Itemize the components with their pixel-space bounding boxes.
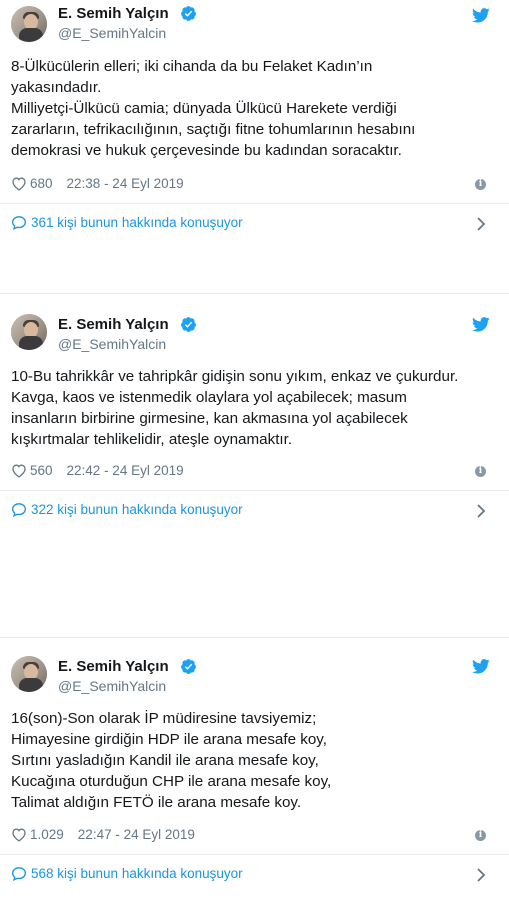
tweet-text-line: 10-Bu tahrikkâr ve tahripkâr gidişin son… (11, 368, 459, 385)
info-icon[interactable]: i (475, 179, 486, 190)
tweet-card-3: E. Semih Yalçın @E_SemihYalcin 16(son)-S… (0, 637, 509, 920)
tweet-meta: 560 22:42 - 24 Eyl 2019 (11, 463, 184, 478)
author-name[interactable]: E. Semih Yalçın (58, 316, 169, 333)
heart-icon[interactable] (11, 176, 27, 191)
tweet-text-line: Sırtını yasladığın Kandil ile arana mesa… (11, 752, 319, 769)
tweet-text-line: zararların, tefrikacılığının, saçtığı fi… (11, 121, 416, 138)
info-icon[interactable]: i (475, 830, 486, 841)
like-count[interactable]: 560 (30, 463, 53, 478)
verified-badge-icon (181, 659, 196, 674)
speech-bubble-icon (11, 503, 27, 517)
tweet-timestamp[interactable]: 22:47 - 24 Eyl 2019 (78, 827, 195, 842)
tweet-text-line: insanların birbirine girmesine, kan akma… (11, 410, 408, 427)
tweet-timestamp[interactable]: 22:38 - 24 Eyl 2019 (67, 176, 184, 191)
heart-icon[interactable] (11, 827, 27, 842)
author-handle[interactable]: @E_SemihYalcin (58, 336, 166, 352)
author-name[interactable]: E. Semih Yalçın (58, 5, 169, 22)
tweet-text-line: demokrasi ve hukuk çerçevesinde bu kadın… (11, 142, 402, 159)
avatar[interactable] (11, 6, 47, 42)
conversation-link[interactable]: 568 kişi bunun hakkında konuşuyor (11, 866, 243, 881)
tweet-text: 16(son)-Son olarak İP müdiresine tavsiye… (11, 708, 501, 813)
author-handle[interactable]: @E_SemihYalcin (58, 678, 166, 694)
tweet-text: 10-Bu tahrikkâr ve tahripkâr gidişin son… (11, 366, 501, 450)
conversation-label: 361 kişi bunun hakkında konuşuyor (31, 215, 243, 230)
tweet-timestamp[interactable]: 22:42 - 24 Eyl 2019 (67, 463, 184, 478)
tweet-card-1: E. Semih Yalçın @E_SemihYalcin 8-Ülkücül… (0, 0, 509, 242)
tweet-text: 8-Ülkücülerin elleri; iki cihanda da bu … (11, 56, 501, 161)
avatar[interactable] (11, 656, 47, 692)
tweet-card-2: E. Semih Yalçın @E_SemihYalcin 10-Bu tah… (0, 293, 509, 533)
chevron-right-icon[interactable] (476, 868, 486, 882)
tweet-meta: 680 22:38 - 24 Eyl 2019 (11, 176, 184, 191)
divider (0, 203, 509, 204)
conversation-label: 322 kişi bunun hakkında konuşuyor (31, 502, 243, 517)
tweet-text-line: yakasındadır. (11, 79, 102, 96)
tweet-text-line: Kucağına oturduğun CHP ile arana mesafe … (11, 773, 332, 790)
tweet-text-line: Kavga, kaos ve istenmedik olaylara yol a… (11, 389, 407, 406)
chevron-right-icon[interactable] (476, 217, 486, 231)
author-handle[interactable]: @E_SemihYalcin (58, 25, 166, 41)
avatar[interactable] (11, 314, 47, 350)
conversation-link[interactable]: 361 kişi bunun hakkında konuşuyor (11, 215, 243, 230)
card-top-border (0, 637, 509, 638)
card-top-border (0, 293, 509, 294)
divider (0, 854, 509, 855)
tweet-text-line: Talimat aldığın FETÖ ile arana mesafe ko… (11, 794, 302, 811)
speech-bubble-icon (11, 216, 27, 230)
author-name[interactable]: E. Semih Yalçın (58, 658, 169, 675)
speech-bubble-icon (11, 867, 27, 881)
verified-badge-icon (181, 6, 196, 21)
heart-icon[interactable] (11, 463, 27, 478)
twitter-bird-icon[interactable] (472, 8, 490, 23)
tweet-text-line: 8-Ülkücülerin elleri; iki cihanda da bu … (11, 58, 373, 75)
conversation-link[interactable]: 322 kişi bunun hakkında konuşuyor (11, 502, 243, 517)
like-count[interactable]: 1.029 (30, 827, 64, 842)
tweet-text-line: 16(son)-Son olarak İP müdiresine tavsiye… (11, 710, 317, 727)
like-count[interactable]: 680 (30, 176, 53, 191)
tweet-text-line: Milliyetçi-Ülkücü camia; dünyada Ülkücü … (11, 100, 397, 117)
twitter-bird-icon[interactable] (472, 659, 490, 674)
divider (0, 490, 509, 491)
tweet-text-line: kışkırtmalar tehlikelidir, ateşle oynama… (11, 431, 293, 448)
verified-badge-icon (181, 317, 196, 332)
tweet-meta: 1.029 22:47 - 24 Eyl 2019 (11, 827, 195, 842)
chevron-right-icon[interactable] (476, 504, 486, 518)
info-icon[interactable]: i (475, 466, 486, 477)
tweet-text-line: Himayesine girdiğin HDP ile arana mesafe… (11, 731, 327, 748)
twitter-bird-icon[interactable] (472, 317, 490, 332)
conversation-label: 568 kişi bunun hakkında konuşuyor (31, 866, 243, 881)
